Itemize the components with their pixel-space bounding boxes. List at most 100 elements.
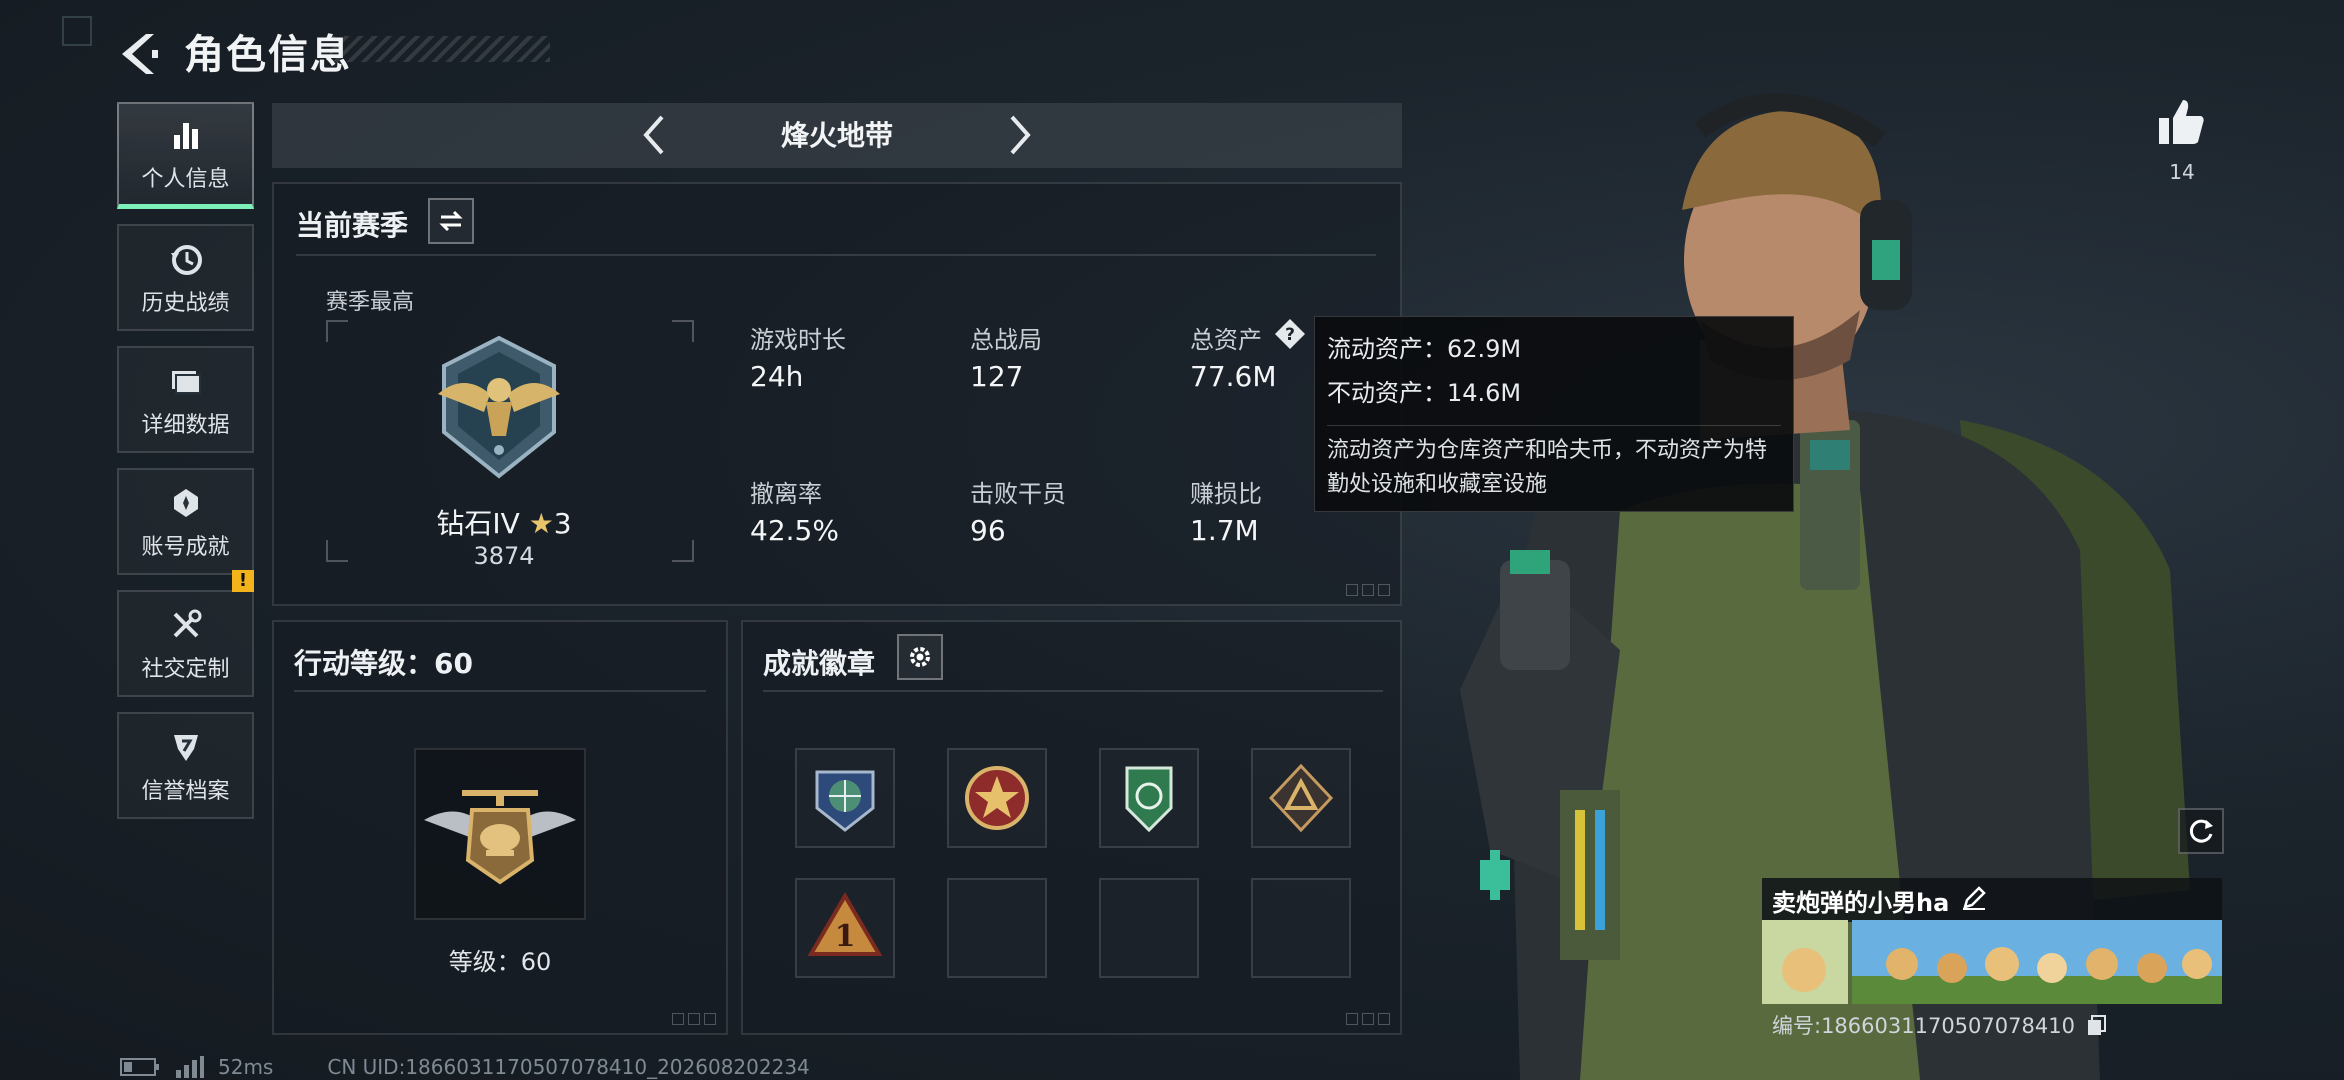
corner-decoration (1346, 584, 1390, 596)
sidebar-item-reputation[interactable]: 信誉档案 (117, 712, 254, 819)
sidebar-item-label: 历史战绩 (141, 290, 230, 316)
frame-corner (672, 540, 694, 562)
star-medal-badge-icon (965, 766, 1029, 830)
sidebar-item-label: 信誉档案 (141, 778, 230, 804)
level-title: 行动等级：60 (294, 647, 473, 680)
stat-value: 77.6M (1190, 360, 1277, 393)
triangle-badge-icon (1268, 763, 1334, 833)
title-decoration (330, 36, 550, 62)
signal-icon (176, 1056, 204, 1078)
rank-one-badge-icon: 1 (807, 892, 883, 956)
rank-label: 钻石IV ★3 (394, 502, 614, 542)
level-caption: 等级：60 (448, 948, 552, 976)
corner-decoration (1346, 1013, 1390, 1025)
star-icon: ★ (528, 507, 554, 540)
question-icon: ? (1275, 319, 1305, 349)
shield-icon (173, 734, 198, 761)
footer-uid: CN UID:1866031170507078410_202608202234 (327, 1055, 810, 1079)
stat-label: 赚损比 (1190, 480, 1262, 508)
switch-season-button[interactable] (428, 198, 474, 244)
chevron-right-icon (1010, 115, 1031, 155)
tools-icon (173, 609, 201, 637)
helicopter-level-emblem (424, 790, 576, 885)
action-level-panel: 行动等级：60 等级：60 (272, 620, 728, 1035)
mode-selector: 烽火地带 (272, 103, 1402, 168)
stat-label: 撤离率 (750, 480, 822, 508)
stat-value: 1.7M (1190, 514, 1259, 547)
asset-tooltip: 流动资产：62.9M 不动资产：14.6M 流动资产为仓库资产和哈夫币，不动资产… (1314, 316, 1794, 512)
copy-uid-button[interactable] (2086, 1014, 2108, 1041)
battery-icon (120, 1058, 159, 1076)
fixed-assets: 不动资产：14.6M (1327, 379, 1522, 407)
rank-name: 钻石IV (436, 507, 520, 540)
stat-label: 总战局 (970, 326, 1042, 354)
empty-badge-slot[interactable] (1099, 878, 1199, 978)
badge-slot[interactable] (1099, 748, 1199, 848)
history-clock-icon (170, 244, 202, 275)
badge-title: 成就徽章 (763, 647, 876, 680)
stat-label: 总资产 (1190, 326, 1262, 354)
stat-label: 击败干员 (970, 480, 1066, 508)
folder-icon (171, 370, 201, 394)
divider (296, 254, 1376, 256)
svg-text:?: ? (1285, 325, 1295, 345)
edit-name-button[interactable] (1961, 885, 1987, 915)
frame-corner (672, 320, 694, 342)
frame-corner (326, 320, 348, 342)
back-button[interactable] (112, 26, 168, 82)
season-panel: 当前赛季 赛季最高 钻石IV ★3 3874 游戏时长 24h 总战局 127 … (272, 182, 1402, 606)
frame-corner (326, 540, 348, 562)
badge-slot[interactable] (1251, 748, 1351, 848)
refresh-icon (2189, 819, 2213, 843)
player-uid-row: 编号:1866031170507078410 (1772, 1010, 2108, 1041)
season-best-label: 赛季最高 (326, 290, 415, 315)
sidebar-item-label: 个人信息 (141, 167, 230, 192)
stat-value: 24h (750, 360, 804, 393)
green-shield-badge-icon (1125, 766, 1173, 833)
badge-slot[interactable] (795, 748, 895, 848)
empty-badge-slot[interactable] (1251, 878, 1351, 978)
badge-slot[interactable]: 1 (795, 878, 895, 978)
liquid-assets: 流动资产：62.9M (1327, 335, 1522, 363)
badge-slot[interactable] (947, 748, 1047, 848)
empty-badge-slot[interactable] (947, 878, 1047, 978)
season-title: 当前赛季 (296, 209, 409, 242)
back-arrow-icon (122, 34, 158, 74)
corner-decoration (62, 16, 92, 46)
like-button[interactable] (2155, 96, 2209, 150)
sidebar-item-history[interactable]: 历史战绩 (117, 224, 254, 331)
stat-value: 96 (970, 514, 1006, 547)
sidebar-item-personal-info[interactable]: 个人信息 (117, 102, 254, 209)
stat-label: 游戏时长 (750, 326, 846, 354)
achievement-badge-panel: 成就徽章 1 (741, 620, 1402, 1035)
asset-help-button[interactable]: ? (1274, 318, 1306, 350)
thumbs-up-icon (2159, 100, 2204, 144)
sidebar-item-label: 账号成就 (141, 534, 230, 560)
copy-icon (2087, 1014, 2106, 1035)
sidebar-item-achievements[interactable]: 账号成就 (117, 468, 254, 575)
player-name: 卖炮弹的小男ha (1772, 888, 1950, 917)
rank-stars: 3 (553, 507, 572, 540)
achievement-icon (173, 488, 198, 517)
status-footer: 52ms CN UID:1866031170507078410_20260820… (120, 1055, 810, 1079)
badge-settings-button[interactable] (897, 634, 943, 680)
divider (763, 690, 1383, 692)
svg-text:1: 1 (835, 919, 856, 954)
warning-badge: ! (232, 570, 254, 592)
sidebar-item-social-custom[interactable]: ! 社交定制 (117, 570, 254, 697)
divider (294, 690, 706, 692)
like-count: 14 (2169, 160, 2195, 184)
asset-description: 流动资产为仓库资产和哈夫币，不动资产为特勤处设施和收藏室设施 (1327, 425, 1781, 502)
level-emblem-frame (414, 748, 586, 920)
player-name-bar: 卖炮弹的小男ha (1762, 878, 2222, 922)
rotate-model-button[interactable] (2178, 808, 2224, 854)
player-uid: 编号:1866031170507078410 (1772, 1014, 2075, 1038)
pencil-icon (1963, 886, 1987, 910)
sidebar-item-detail-data[interactable]: 详细数据 (117, 346, 254, 453)
player-banner-image (1762, 920, 2222, 1004)
bar-chart-icon (173, 123, 198, 149)
sidebar-item-label: 详细数据 (141, 412, 230, 438)
swap-icon (439, 210, 463, 232)
rank-score: 3874 (473, 542, 535, 570)
next-mode-button[interactable] (994, 111, 1042, 159)
